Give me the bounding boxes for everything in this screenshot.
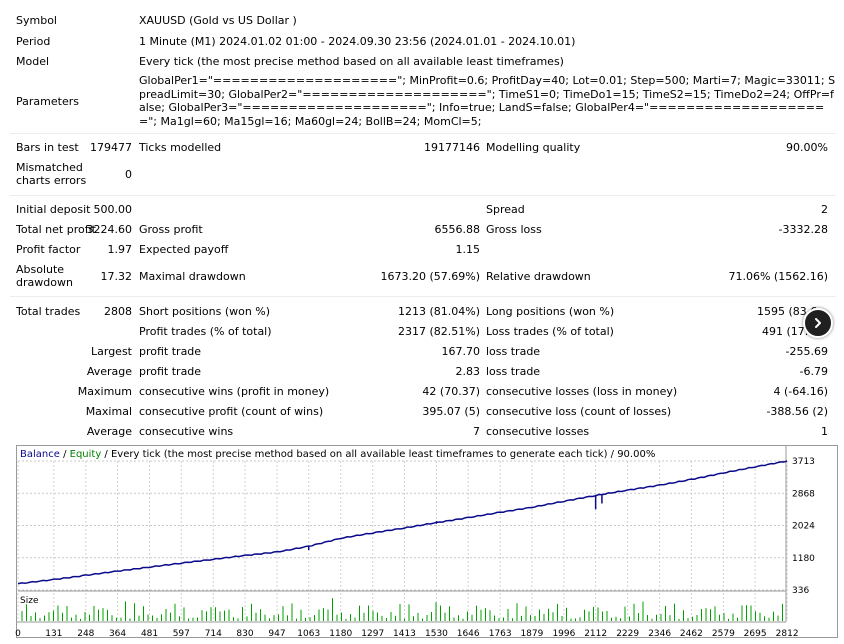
largest-loss-label: loss trade [486,345,541,358]
absdd-value: 17.32 [100,270,133,283]
average2-label: Average [86,425,132,438]
legend-separator: / [59,449,70,460]
largest-loss-value: -255.69 [785,345,828,358]
absdd-label-line1: Absolute [16,263,65,276]
reldd-label: Relative drawdown [486,270,591,283]
legend-description: / Every tick (the most precise method ba… [101,449,656,460]
trades-value: 2808 [104,305,132,318]
average-profit-label: profit trade [139,365,202,378]
average-label: Average [86,365,132,378]
ltrades-label: Loss trades (% of total) [486,325,614,338]
legend-equity: Equity [69,449,102,460]
payoff-value: 1.15 [455,243,481,256]
netprofit-value: 3224.60 [86,223,133,236]
reldd-value: 71.06% (1562.16) [728,270,828,283]
balance-chart-frame [16,445,838,638]
average-loss-value: -6.79 [799,365,828,378]
ticks-value: 19177146 [424,141,480,154]
maximal-loss-label: consecutive loss (count of losses) [486,405,672,418]
mismatch-label-line2: charts errors [16,174,87,187]
spread-value: 2 [821,203,828,216]
pf-label: Profit factor [16,243,81,256]
symbol-value: XAUUSD (Gold vs US Dollar ) [139,14,297,27]
parameters-label: Parameters [16,95,79,108]
deposit-value: 500.00 [93,203,133,216]
mismatch-value: 0 [125,168,132,181]
period-value: 1 Minute (M1) 2024.01.02 01:00 - 2024.09… [139,35,576,48]
mismatch-label-line1: Mismatched [16,161,83,174]
largest-profit-label: profit trade [139,345,202,358]
spread-label: Spread [486,203,525,216]
grossprofit-label: Gross profit [139,223,203,236]
quality-value: 90.00% [786,141,828,154]
avg-wins-label: consecutive wins [139,425,234,438]
ptrades-value: 2317 (82.51%) [397,325,480,338]
short-label: Short positions (won %) [139,305,271,318]
quality-label: Modelling quality [486,141,581,154]
divider [10,195,836,196]
payoff-label: Expected payoff [139,243,229,256]
symbol-label: Symbol [16,14,57,27]
divider [10,133,836,134]
max-wins-value: 42 (70.37) [422,385,480,398]
average-loss-label: loss trade [486,365,541,378]
avg-losses-label: consecutive losses [486,425,590,438]
scroll-right-button[interactable] [803,308,833,338]
chart-legend: Balance / Equity / Every tick (the most … [20,449,655,461]
grossprofit-value: 6556.88 [434,223,481,236]
maximal-profit-value: 395.07 (5) [422,405,480,418]
trades-label: Total trades [16,305,81,318]
divider [10,296,836,297]
grossloss-label: Gross loss [486,223,542,236]
short-value: 1213 (81.04%) [397,305,480,318]
chevron-right-icon [815,318,821,328]
legend-balance: Balance [20,449,60,460]
max-losses-value: 4 (-64.16) [773,385,828,398]
largest-label: Largest [91,345,132,358]
parameters-value: GlobalPer1="===================="; MinPr… [139,74,836,128]
bars-label: Bars in test [16,141,79,154]
avg-wins-value: 7 [473,425,480,438]
avg-losses-value: 1 [821,425,828,438]
maximal-label: Maximal [85,405,132,418]
grossloss-value: -3332.28 [778,223,828,236]
maxdd-value: 1673.20 (57.69%) [380,270,480,283]
ticks-label: Ticks modelled [139,141,222,154]
absdd-label-line2: drawdown [16,276,73,289]
period-label: Period [16,35,51,48]
long-label: Long positions (won %) [486,305,615,318]
maximum-label: Maximum [77,385,132,398]
ptrades-label: Profit trades (% of total) [139,325,272,338]
model-value: Every tick (the most precise method base… [139,55,564,68]
maximal-profit-label: consecutive profit (count of wins) [139,405,324,418]
bars-value: 179477 [90,141,132,154]
largest-profit-value: 167.70 [441,345,481,358]
maximal-loss-value: -388.56 (2) [766,405,828,418]
average-profit-value: 2.83 [455,365,481,378]
model-label: Model [16,55,50,68]
maxdd-label: Maximal drawdown [139,270,246,283]
pf-value: 1.97 [107,243,133,256]
max-wins-label: consecutive wins (profit in money) [139,385,330,398]
max-losses-label: consecutive losses (loss in money) [486,385,678,398]
